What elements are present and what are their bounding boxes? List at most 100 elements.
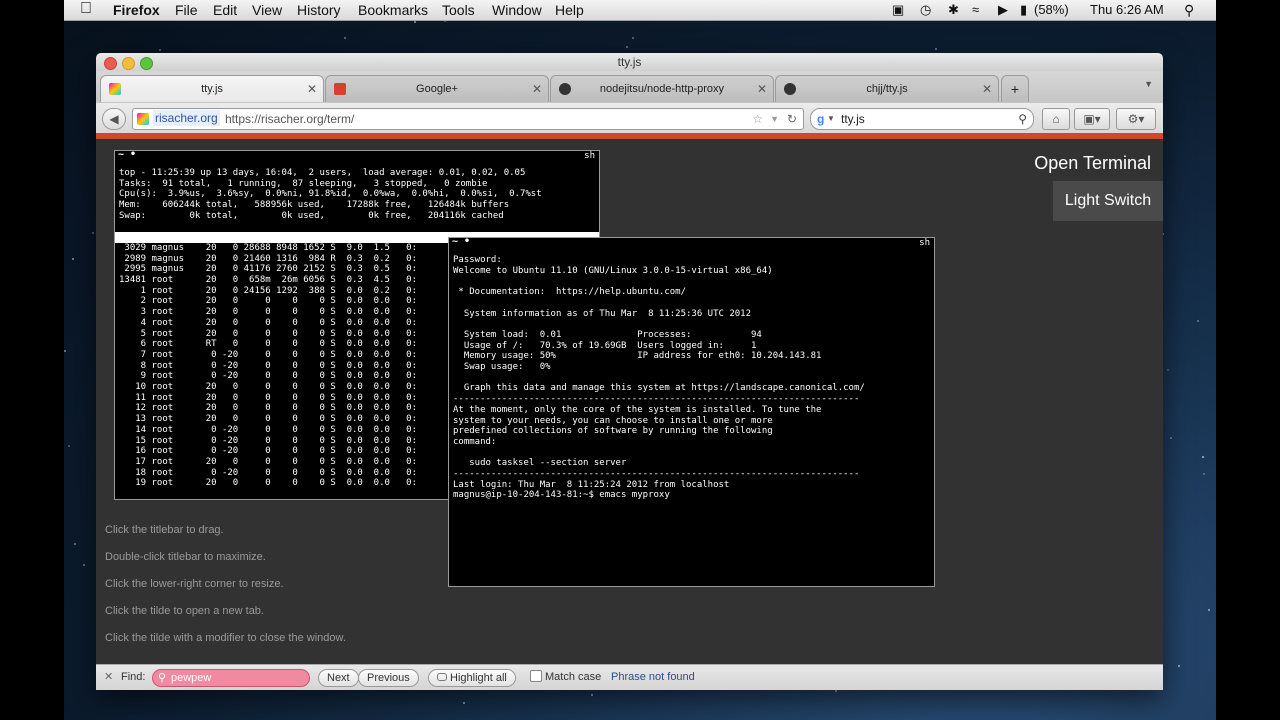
match-case-label[interactable]: Match case: [545, 669, 601, 685]
highlight-icon: [437, 673, 447, 681]
find-previous-button[interactable]: Previous: [358, 669, 419, 687]
find-input-value[interactable]: pewpew: [171, 672, 211, 684]
terminal-titlebar[interactable]: ~ • sh: [115, 150, 599, 162]
time-machine-icon[interactable]: ◷: [920, 1, 931, 19]
close-tab-icon[interactable]: ✕: [757, 76, 767, 102]
star-decoration: [1197, 319, 1200, 322]
tab-ttyjs[interactable]: tty.js ✕: [100, 75, 324, 102]
star-decoration: [159, 49, 162, 52]
volume-icon[interactable]: ▶: [998, 1, 1008, 19]
minimize-window-button[interactable]: [122, 57, 135, 70]
terminal-window-front[interactable]: ~ • sh Password: Welcome to Ubuntu 11.10…: [448, 237, 935, 587]
instruction-close-window: Click the tilde with a modifier to close…: [105, 632, 346, 644]
menu-window[interactable]: Window: [492, 1, 542, 19]
battery-icon[interactable]: ▮: [1020, 1, 1027, 19]
match-case-checkbox[interactable]: [530, 670, 542, 682]
find-bar: ✕ Find: ⚲ pewpew Next Previous Highlight…: [96, 664, 1163, 690]
star-decoration: [413, 21, 416, 24]
back-button[interactable]: ◀: [102, 108, 126, 130]
bookmark-star-icon[interactable]: ☆: [752, 109, 763, 129]
terminal-tilde-button[interactable]: ~ •: [118, 150, 136, 160]
terminal-titlebar[interactable]: ~ • sh: [449, 237, 934, 249]
ttyjs-favicon-icon: [109, 83, 121, 95]
site-identity-icon[interactable]: [137, 113, 149, 125]
menu-file[interactable]: File: [175, 1, 198, 19]
star-decoration: [1208, 609, 1211, 612]
instruction-drag: Click the titlebar to drag.: [105, 524, 224, 536]
terminal-session-text: Password: Welcome to Ubuntu 11.10 (GNU/L…: [453, 255, 865, 501]
star-decoration: [591, 694, 594, 697]
new-tab-button[interactable]: +: [1001, 75, 1029, 102]
wifi-icon[interactable]: ≈: [972, 1, 979, 19]
apple-icon[interactable]: : [80, 0, 92, 18]
display-icon[interactable]: ▣: [892, 1, 904, 19]
find-input[interactable]: ⚲ pewpew: [152, 669, 310, 687]
star-decoration: [1169, 437, 1172, 440]
tab-node-http-proxy[interactable]: nodejitsu/node-http-proxy ✕: [550, 75, 774, 102]
highlight-all-button[interactable]: Highlight all: [428, 669, 516, 687]
find-next-button[interactable]: Next: [318, 669, 359, 687]
find-status-text: Phrase not found: [611, 671, 695, 683]
search-bar[interactable]: g ▼ tty.js ⚲: [810, 108, 1034, 130]
open-terminal-button[interactable]: Open Terminal: [1034, 153, 1151, 174]
spotlight-icon[interactable]: ⚲: [1184, 1, 1194, 19]
google-plus-favicon-icon: [334, 83, 346, 95]
search-engine-dropdown-icon[interactable]: ▼: [827, 109, 835, 129]
tab-label: chjj/tty.js: [866, 83, 908, 95]
menu-app-name[interactable]: Firefox: [113, 1, 160, 19]
menu-tools[interactable]: Tools: [442, 1, 475, 19]
url-bar[interactable]: risacher.org https://risacher.org/term/ …: [132, 108, 804, 130]
close-tab-icon[interactable]: ✕: [532, 76, 542, 102]
tab-strip: tty.js ✕ Google+ ✕ nodejitsu/node-http-p…: [96, 71, 1163, 103]
bookmarks-button[interactable]: ▣▾: [1074, 108, 1110, 130]
menu-history[interactable]: History: [297, 1, 341, 19]
star-decoration: [1177, 665, 1180, 668]
tools-menu-button[interactable]: ⚙▾: [1116, 108, 1156, 130]
close-window-button[interactable]: [104, 57, 117, 70]
battery-percent: (58%): [1034, 2, 1069, 17]
tab-chjj-ttyjs[interactable]: chjj/tty.js ✕: [775, 75, 999, 102]
search-input[interactable]: tty.js: [841, 109, 865, 129]
bluetooth-icon[interactable]: ✱: [948, 1, 959, 19]
close-tab-icon[interactable]: ✕: [307, 76, 317, 102]
star-decoration: [1203, 473, 1206, 476]
menubar-clock[interactable]: Thu 6:26 AM: [1090, 1, 1164, 19]
tab-list-icon[interactable]: ▼: [1144, 79, 1153, 89]
tab-label: Google+: [416, 83, 458, 95]
mac-menubar:  Firefox File Edit View History Bookmar…: [64, 0, 1216, 21]
star-decoration: [64, 349, 67, 352]
site-identity-label[interactable]: risacher.org: [153, 110, 220, 126]
tab-label: nodejitsu/node-http-proxy: [599, 83, 725, 95]
window-title: tty.js: [617, 55, 642, 69]
tab-label: tty.js: [201, 83, 223, 95]
navigation-toolbar: ◀ risacher.org https://risacher.org/term…: [96, 103, 1163, 134]
star-decoration: [68, 444, 71, 447]
star-decoration: [632, 37, 635, 40]
instruction-new-tab: Click the tilde to open a new tab.: [105, 605, 264, 617]
close-tab-icon[interactable]: ✕: [982, 76, 992, 102]
tab-google-plus[interactable]: Google+ ✕: [325, 75, 549, 102]
star-decoration: [91, 232, 94, 235]
google-search-engine-icon[interactable]: g: [817, 109, 824, 129]
zoom-window-button[interactable]: [140, 57, 153, 70]
window-titlebar[interactable]: tty.js: [96, 53, 1163, 71]
terminal-tilde-button[interactable]: ~ •: [452, 237, 470, 247]
close-find-bar-icon[interactable]: ✕: [104, 669, 113, 685]
url-history-dropdown-icon[interactable]: ▼: [770, 109, 779, 129]
home-button[interactable]: ⌂: [1042, 108, 1070, 130]
star-decoration: [934, 47, 937, 50]
star-decoration: [462, 701, 465, 704]
menu-bookmarks[interactable]: Bookmarks: [358, 1, 428, 19]
light-switch-button[interactable]: Light Switch: [1053, 181, 1163, 221]
star-decoration: [72, 258, 75, 261]
search-icon[interactable]: ⚲: [1018, 109, 1027, 129]
find-label: Find:: [121, 671, 146, 683]
url-text[interactable]: https://risacher.org/term/: [225, 109, 354, 129]
star-decoration: [83, 564, 86, 567]
menu-edit[interactable]: Edit: [213, 1, 237, 19]
menu-view[interactable]: View: [252, 1, 282, 19]
reload-icon[interactable]: ↻: [787, 109, 797, 129]
menu-help[interactable]: Help: [555, 1, 584, 19]
highlight-all-label: Highlight all: [450, 672, 507, 684]
instruction-maximize: Double-click titlebar to maximize.: [105, 551, 266, 563]
